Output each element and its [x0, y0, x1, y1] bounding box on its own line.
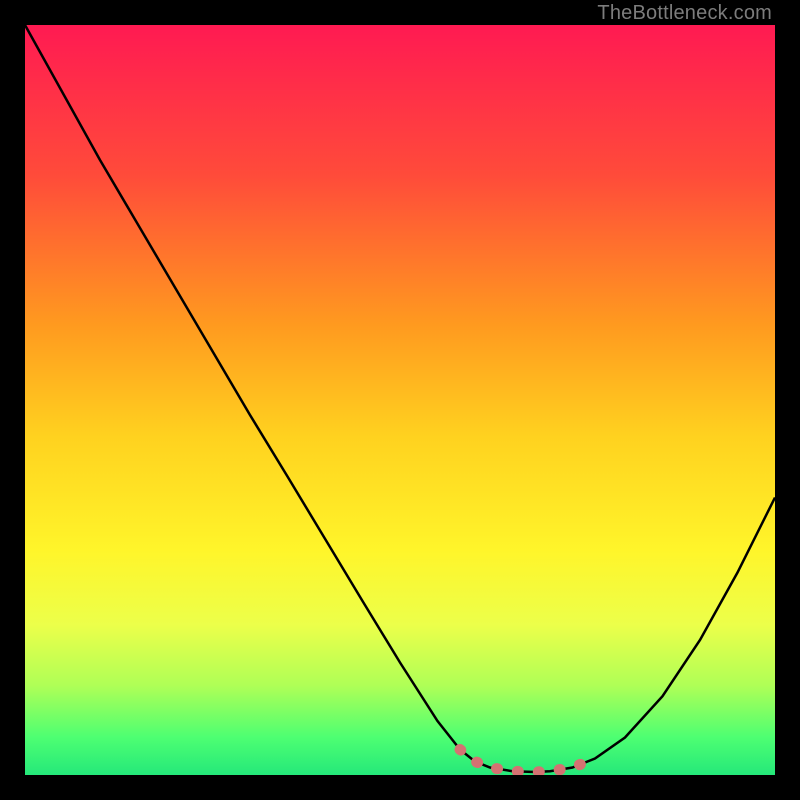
bottleneck-chart: TheBottleneck.com: [0, 0, 800, 800]
watermark-text: TheBottleneck.com: [597, 2, 772, 25]
plot-svg: [25, 25, 775, 775]
